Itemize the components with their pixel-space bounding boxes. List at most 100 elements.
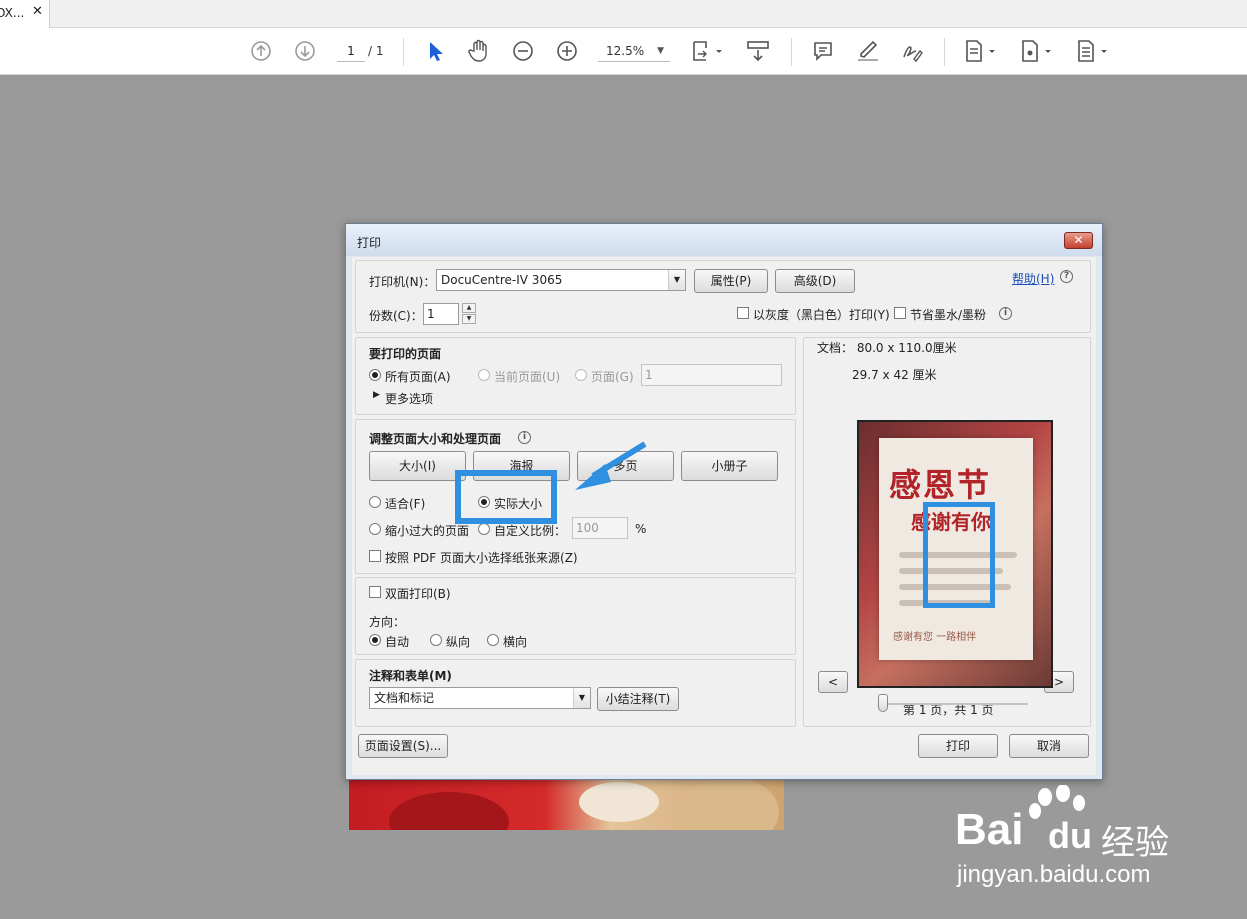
custom-scale-radio[interactable] [478,523,490,535]
print-area-outline [923,502,995,608]
page-number-input[interactable]: 1 [337,40,365,62]
orientation-landscape-radio[interactable] [487,634,499,646]
cursor-icon[interactable] [424,38,446,64]
advanced-button[interactable]: 高级(D) [775,269,855,293]
highlight-pen-icon[interactable] [855,38,881,64]
fit-radio[interactable] [369,496,381,508]
page-range-radio[interactable] [575,369,587,381]
cancel-button[interactable]: 取消 [1009,734,1089,758]
zoom-out-icon[interactable] [511,38,535,64]
duplex-checkbox[interactable] [369,586,381,598]
save-ink-checkbox[interactable] [894,307,906,319]
printer-group: 打印机(N)： DocuCentre-IV 3065 ▼ 属性(P) 高级(D)… [355,260,1091,333]
tab-bar: OX... ✕ [0,0,1247,28]
watermark-brand: Bai [955,805,1024,854]
dialog-title: 打印 [357,236,382,250]
comment-icon[interactable] [811,38,835,64]
custom-scale-input[interactable]: 100 [572,517,628,539]
chevron-down-icon: ▼ [668,270,685,290]
duplex-group: 双面打印(B) 方向： 自动 纵向 横向 [355,577,796,655]
print-preview-image: 感恩节 感谢有你 感谢有您 一路相伴 [857,420,1053,688]
zoom-value: 12.5% [606,44,645,58]
duplex-label: 双面打印(B) [385,587,451,601]
preview-slider-thumb[interactable] [878,694,888,712]
more-page-icon[interactable] [1074,38,1112,64]
copies-increment-button[interactable]: ▲ [462,303,476,313]
grayscale-label: 以灰度（黑白色）打印(Y) [753,308,890,322]
dialog-titlebar[interactable]: 打印 ✕ [346,224,1102,256]
watermark-cn: 经验 [1101,823,1169,863]
printer-value: DocuCentre-IV 3065 [441,273,563,287]
percent-sign: % [635,522,647,536]
more-options-toggle[interactable]: 更多选项 [385,390,433,407]
zoom-in-icon[interactable] [555,38,579,64]
copies-decrement-button[interactable]: ▼ [462,314,476,324]
chevron-down-icon: ▼ [657,46,664,56]
document-size-label: 文档： 80.0 x 110.0厘米 [817,341,957,355]
current-page-radio[interactable] [478,369,490,381]
properties-button[interactable]: 属性(P) [694,269,768,293]
help-link[interactable]: 帮助(H) [1012,270,1054,287]
page-setup-button[interactable]: 页面设置(S)... [358,734,448,758]
paper-source-checkbox[interactable] [369,550,381,562]
info-icon[interactable]: i [518,431,531,444]
current-page-label: 当前页面(U) [494,370,561,384]
document-tab[interactable]: OX... ✕ [0,0,50,28]
custom-scale-label: 自定义比例： [494,524,567,538]
all-pages-radio[interactable] [369,369,381,381]
arrow-up-circle-icon[interactable] [249,38,273,64]
paper-size-label: 29.7 x 42 厘米 [852,368,937,382]
all-pages-label: 所有页面(A) [385,370,451,384]
preview-slider-track[interactable] [880,703,1028,705]
fit-page-icon[interactable] [689,38,725,64]
fit-label: 适合(F) [385,497,426,511]
close-tab-icon[interactable]: ✕ [32,1,43,23]
arrow-down-circle-icon[interactable] [293,38,317,64]
page-total: / 1 [368,44,384,58]
annotation-arrow-icon [575,441,647,490]
previous-page-button[interactable]: < [818,671,848,693]
toolbar-divider [791,38,792,66]
page-tools-icon[interactable] [962,38,1000,64]
orientation-portrait-radio[interactable] [430,634,442,646]
comments-forms-select[interactable]: 文档和标记 ▼ [369,687,591,709]
scroll-mode-icon[interactable] [745,38,771,64]
help-question-icon[interactable]: ? [1060,270,1073,283]
pages-group-title: 要打印的页面 [369,347,442,361]
page-range-input[interactable]: 1 [641,364,782,386]
size-tab-button[interactable]: 大小(I) [369,451,466,481]
main-toolbar: 1 / 1 12.5% ▼ [0,28,1247,75]
print-button[interactable]: 打印 [918,734,998,758]
printer-label: 打印机(N)： [369,275,436,289]
chevron-down-icon: ▼ [573,688,590,708]
booklet-tab-button[interactable]: 小册子 [681,451,778,481]
shrink-oversized-label: 缩小过大的页面 [385,524,470,538]
shrink-oversized-radio[interactable] [369,523,381,535]
copies-input[interactable]: 1 [423,303,459,325]
printer-select[interactable]: DocuCentre-IV 3065 ▼ [436,269,686,291]
sign-icon[interactable] [899,38,925,64]
orientation-portrait-label: 纵向 [446,635,471,649]
summarize-comments-button[interactable]: 小结注释(T) [597,687,679,711]
close-dialog-button[interactable]: ✕ [1064,232,1093,249]
hand-icon[interactable] [466,38,492,64]
watermark-url: jingyan.baidu.com [957,861,1151,888]
zoom-select[interactable]: 12.5% ▼ [598,40,670,62]
document-tab-title: OX... [0,6,25,20]
comments-forms-value: 文档和标记 [374,691,435,705]
toolbar-divider [403,38,404,66]
toolbar-divider [944,38,945,66]
document-page-preview [349,772,784,830]
watermark-brand-2: du [1048,815,1092,856]
pages-group: 要打印的页面 所有页面(A) 当前页面(U) 页面(G) 1 ▶ 更多选项 [355,337,796,415]
orientation-auto-radio[interactable] [369,634,381,646]
preview-footer-text: 感谢有您 一路相伴 [893,632,977,643]
preview-calligraphy: 感恩节 [889,466,992,504]
comments-forms-group: 注释和表单(M) 文档和标记 ▼ 小结注释(T) [355,659,796,727]
export-icon[interactable] [1018,38,1056,64]
grayscale-checkbox[interactable] [737,307,749,319]
sizing-group-title: 调整页面大小和处理页面 [369,432,502,446]
info-icon[interactable]: i [999,307,1012,320]
comments-group-title: 注释和表单(M) [369,669,452,683]
triangle-right-icon[interactable]: ▶ [373,390,380,400]
